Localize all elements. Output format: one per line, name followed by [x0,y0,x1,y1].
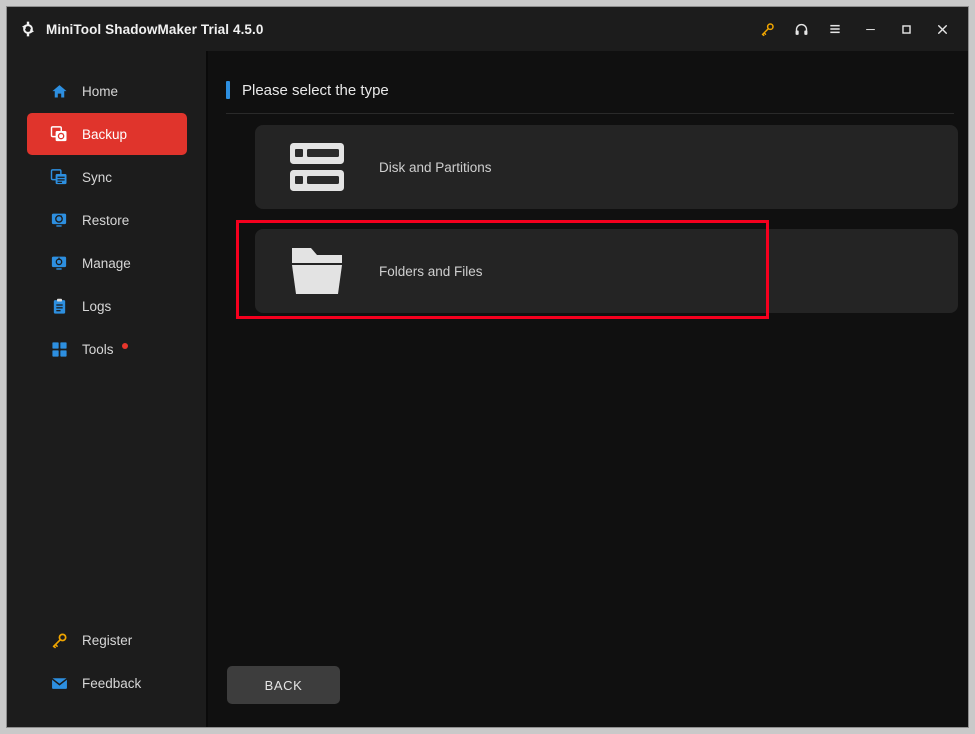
sidebar-nav-list: Home Backup [7,70,206,371]
window-title: MiniTool ShadowMaker Trial 4.5.0 [46,22,264,37]
menu-button[interactable] [818,14,852,44]
header-divider [226,113,954,114]
home-icon [49,81,69,101]
back-button[interactable]: BACK [227,666,340,704]
sidebar-item-label: Backup [82,127,127,142]
title-bar: MiniTool ShadowMaker Trial 4.5.0 [7,7,968,51]
accent-bar [226,81,230,99]
support-button[interactable] [784,14,818,44]
hamburger-menu-icon [828,22,842,36]
minitool-logo-icon [19,20,37,38]
tools-icon [49,339,69,359]
sidebar-item-backup[interactable]: Backup [27,113,187,155]
sidebar-bottom-list: Register Feedback [7,619,206,705]
sidebar-item-label: Logs [82,299,111,314]
sidebar-item-manage[interactable]: Manage [27,242,187,284]
key-icon [760,22,775,37]
manage-icon [49,253,69,273]
sidebar-item-feedback[interactable]: Feedback [27,662,187,704]
page-title: Please select the type [242,82,389,99]
license-key-button[interactable] [750,14,784,44]
headset-icon [794,22,809,37]
sidebar-item-label: Tools [82,342,114,357]
sidebar-item-label: Feedback [82,676,141,691]
sidebar-item-label: Manage [82,256,131,271]
close-button[interactable] [924,14,960,44]
minimize-button[interactable] [852,14,888,44]
card-label: Disk and Partitions [379,160,492,175]
backup-icon [49,124,69,144]
envelope-icon [49,673,69,693]
sidebar-item-tools[interactable]: Tools [27,328,187,370]
sidebar-item-label: Home [82,84,118,99]
sidebar-item-label: Restore [82,213,129,228]
maximize-icon [900,23,913,36]
card-folders-and-files[interactable]: Folders and Files [255,229,958,313]
panel-header: Please select the type [226,81,389,99]
type-card-list: Disk and Partitions Folders and Files [208,125,968,313]
window-inner: MiniTool ShadowMaker Trial 4.5.0 [7,7,968,727]
maximize-button[interactable] [888,14,924,44]
main-content: Please select the type [208,51,968,727]
logs-icon [49,296,69,316]
restore-icon [49,210,69,230]
sidebar-item-register[interactable]: Register [27,619,187,661]
close-icon [936,23,949,36]
sync-icon [49,167,69,187]
screenshot-root: MiniTool ShadowMaker Trial 4.5.0 [0,0,975,734]
folder-icon [283,241,351,301]
key-icon [49,630,69,650]
sidebar-item-sync[interactable]: Sync [27,156,187,198]
tools-notification-dot [122,343,128,349]
sidebar-item-logs[interactable]: Logs [27,285,187,327]
sidebar-item-label: Sync [82,170,112,185]
sidebar-item-label: Register [82,633,132,648]
disk-partitions-icon [283,137,351,197]
sidebar-item-restore[interactable]: Restore [27,199,187,241]
card-disk-and-partitions[interactable]: Disk and Partitions [255,125,958,209]
minimize-icon [864,23,877,36]
application-window: MiniTool ShadowMaker Trial 4.5.0 [6,6,969,728]
sidebar: Home Backup [7,51,206,727]
card-label: Folders and Files [379,264,483,279]
sidebar-item-home[interactable]: Home [27,70,187,112]
